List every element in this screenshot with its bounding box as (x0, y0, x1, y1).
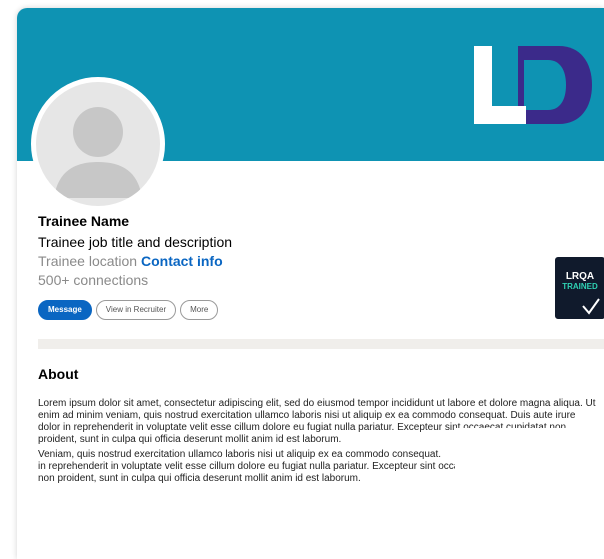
section-divider (38, 339, 604, 349)
checkmark-icon (582, 298, 600, 315)
badge-subtitle: TRAINED (562, 282, 598, 291)
about-heading: About (38, 366, 79, 382)
ld-logo (474, 46, 592, 124)
contact-info-link[interactable]: Contact info (141, 253, 223, 269)
overlay-panel (455, 428, 604, 559)
lrqa-trained-badge: LRQA TRAINED (555, 257, 604, 319)
profile-actions: Message View in Recruiter More (38, 300, 219, 320)
person-icon (54, 107, 142, 198)
profile-job-title: Trainee job title and description (38, 234, 233, 250)
profile-card: Trainee Name Trainee job title and descr… (17, 8, 604, 559)
profile-location: Trainee location (38, 253, 138, 269)
badge-title: LRQA (565, 271, 595, 282)
more-button[interactable]: More (180, 300, 219, 320)
message-button[interactable]: Message (38, 300, 92, 320)
profile-connections: 500+ connections (38, 272, 149, 288)
view-in-recruiter-button[interactable]: View in Recruiter (95, 300, 177, 320)
avatar (31, 77, 165, 211)
profile-location-line: Trainee location Contact info (38, 253, 223, 269)
profile-name: Trainee Name (38, 213, 130, 229)
